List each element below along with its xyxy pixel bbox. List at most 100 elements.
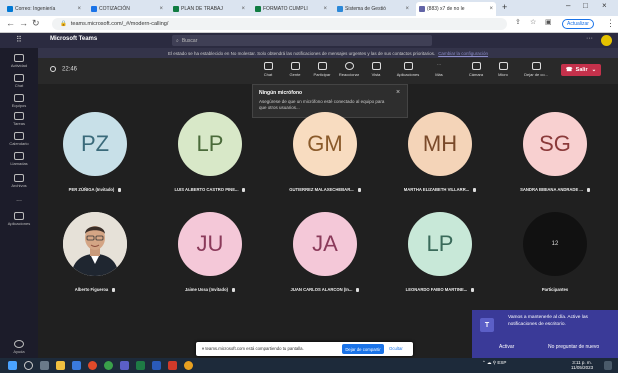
browser-tab[interactable]: Sistema de Gestió ×	[334, 2, 412, 16]
rail-item-activity[interactable]: Actividad	[0, 54, 38, 68]
rail-item-more[interactable]: ...	[0, 196, 38, 203]
system-tray[interactable]: ⌃ ☁ ⚲ ESP	[482, 360, 506, 365]
react-button[interactable]: Reaccionar	[336, 62, 362, 77]
dont-ask-again-button[interactable]: No preguntar de nuevo	[548, 344, 599, 350]
app-launcher-icon[interactable]: ⠿	[16, 35, 22, 44]
file-icon	[14, 174, 24, 182]
change-settings-link[interactable]: Cambiar la configuración	[438, 51, 488, 56]
hide-button[interactable]: Ocultar	[389, 346, 403, 351]
participant-count[interactable]: 12	[523, 212, 587, 276]
teams-header: ⠿ Microsoft Teams ⌕ Buscar ···	[0, 33, 618, 48]
rail-item-calendar[interactable]: Calendario	[0, 132, 38, 146]
menu-icon[interactable]: ⋮	[606, 18, 615, 29]
participant-avatar[interactable]: GM	[293, 112, 357, 176]
forward-icon[interactable]: →	[19, 18, 28, 28]
search-input[interactable]: ⌕ Buscar	[172, 35, 432, 46]
close-icon[interactable]: ×	[405, 6, 409, 12]
participant-photo[interactable]	[63, 212, 127, 276]
participant-name: JUAN CARLOS ALARCON (In...	[266, 287, 384, 292]
browser-tab[interactable]: PLAN DE TRABAJ ×	[170, 2, 248, 16]
participant-avatar[interactable]: LP	[178, 112, 242, 176]
browser-tab[interactable]: COTIZACIÓN ×	[88, 2, 166, 16]
leave-button[interactable]: ☎ Salir ⌄	[561, 64, 601, 76]
participant-avatar[interactable]: JA	[293, 212, 357, 276]
browser-tab[interactable]: FORMATO CUMPLI ×	[252, 2, 330, 16]
close-icon[interactable]: ×	[323, 6, 327, 12]
file-explorer-icon[interactable]	[56, 361, 65, 370]
mail-icon[interactable]	[72, 361, 81, 370]
meeting-timer: 22:46	[50, 66, 77, 73]
office-icon[interactable]	[88, 361, 97, 370]
sidepanel-icon[interactable]: ▣	[545, 18, 552, 26]
mic-button[interactable]: Micro	[490, 62, 516, 77]
notification-center-icon[interactable]	[604, 361, 612, 370]
rail-item-help[interactable]: Ayuda	[0, 340, 38, 354]
teams-icon[interactable]	[120, 361, 129, 370]
participant-name: Jaime Ussa (Invitado)	[151, 287, 269, 292]
avatar[interactable]	[601, 35, 612, 46]
rail-item-files[interactable]: Archivos	[0, 174, 38, 188]
toast-message: Vamos a mantenerle al día. Active las no…	[508, 315, 588, 327]
close-window-icon[interactable]: ×	[602, 1, 607, 10]
task-view-icon[interactable]	[40, 361, 49, 370]
close-icon[interactable]: ×	[489, 6, 493, 12]
rail-item-apps[interactable]: Aplicaciones	[0, 212, 38, 226]
browser-tab-active[interactable]: (883) x7 de no le ×	[416, 2, 496, 16]
participant-avatar[interactable]: LP	[408, 212, 472, 276]
share-status-text: ⏸ teams.microsoft.com está compartiendo …	[202, 346, 304, 351]
reload-icon[interactable]: ↻	[32, 18, 40, 29]
update-button[interactable]: Actualizar	[562, 19, 594, 29]
close-icon[interactable]: ×	[241, 6, 245, 12]
rail-item-tasks[interactable]: Tareas	[0, 112, 38, 126]
camera-button[interactable]: Cámara	[463, 62, 489, 77]
plus-icon	[403, 62, 413, 70]
mic-muted-icon	[586, 187, 590, 192]
participant-avatar[interactable]: SG	[523, 112, 587, 176]
participants-label: Participantes	[541, 287, 569, 292]
rail-item-chat[interactable]: Chat	[0, 74, 38, 88]
participant-avatar[interactable]: PZ	[63, 112, 127, 176]
word-icon[interactable]	[152, 361, 161, 370]
search-icon[interactable]	[24, 361, 33, 370]
rail-item-teams[interactable]: Equipos	[0, 94, 38, 108]
chat-icon	[14, 74, 24, 82]
close-icon[interactable]: ×	[396, 89, 400, 96]
grid-icon	[371, 62, 381, 70]
chat-icon	[263, 62, 273, 70]
search-icon: ⌕	[176, 37, 179, 44]
people-button[interactable]: Gente	[282, 62, 308, 77]
chat-button[interactable]: Chat	[255, 62, 281, 77]
participant-name: SANDRA BIBIANA ANDRADE ...	[496, 187, 614, 192]
chrome-icon[interactable]	[104, 361, 113, 370]
mic-muted-icon	[242, 187, 246, 192]
more-options-icon[interactable]: ···	[586, 35, 593, 42]
excel-icon[interactable]	[136, 361, 145, 370]
apps-button[interactable]: Aplicaciones	[392, 62, 424, 77]
participant-avatar[interactable]: JU	[178, 212, 242, 276]
view-button[interactable]: Vista	[363, 62, 389, 77]
back-icon[interactable]: ←	[6, 18, 15, 28]
minimize-icon[interactable]: –	[566, 1, 570, 10]
close-icon[interactable]: ×	[77, 6, 81, 12]
close-icon[interactable]: ×	[159, 6, 163, 12]
windows-start-icon[interactable]	[8, 361, 17, 370]
stop-sharing-bar-button[interactable]: Dejar de compartir	[342, 344, 384, 354]
taskbar-clock[interactable]: 3:11 p. m. 11/05/2023	[571, 360, 593, 370]
maximize-icon[interactable]: □	[583, 1, 588, 10]
share-icon[interactable]: ⇪	[515, 18, 521, 26]
stop-sharing-button[interactable]: Dejar de co...	[519, 62, 553, 77]
raise-hand-button[interactable]: Participar	[309, 62, 335, 77]
more-button[interactable]: ··· Más	[426, 62, 452, 77]
bell-icon	[14, 54, 24, 62]
star-icon[interactable]: ☆	[530, 18, 536, 26]
chrome-profile-icon[interactable]	[184, 361, 193, 370]
mic-muted-icon	[118, 187, 122, 192]
participant-avatar[interactable]: MH	[408, 112, 472, 176]
activate-button[interactable]: Activar	[499, 344, 514, 350]
new-tab-button[interactable]: +	[502, 2, 507, 12]
rail-item-calls[interactable]: Llamadas	[0, 152, 38, 166]
pdf-icon[interactable]	[168, 361, 177, 370]
url-input[interactable]: 🔒 teams.microsoft.com/_#/modern-calling/	[52, 18, 507, 30]
participant-name: Alberto Figueroa	[36, 287, 154, 292]
browser-tab[interactable]: Correo: Ingeniería ×	[4, 2, 84, 16]
